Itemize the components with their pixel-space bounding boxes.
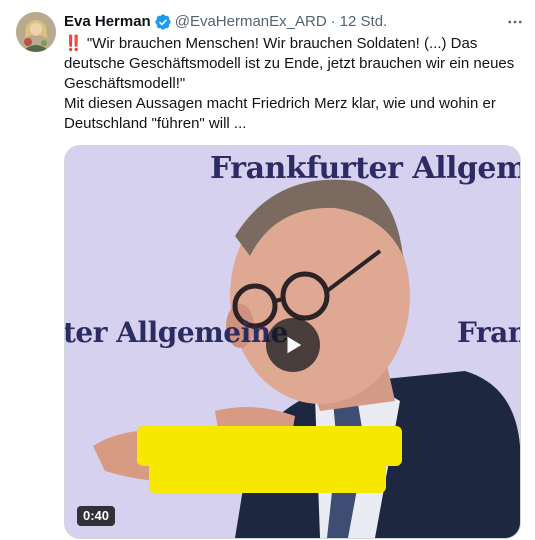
video-duration: 0:40 [77,506,116,526]
separator-dot: · [330,13,336,30]
author-handle[interactable]: @EvaHermanEx_ARD [175,12,327,32]
tweet-quote: "Wir brauchen Menschen! Wir brauchen Sol… [64,35,519,92]
double-exclamation-emoji: ‼️ [64,35,83,52]
play-icon[interactable] [266,318,320,372]
tweet-text: ‼️ "Wir brauchen Menschen! Wir brauchen … [64,34,524,134]
watermark-top: Frankfurter Allgemeine [210,151,520,186]
timestamp[interactable]: 12 Std. [340,12,388,32]
author-name[interactable]: Eva Herman [64,12,151,32]
watermark-left: ter Allgemeine [64,316,288,349]
redaction-box-lower [149,456,386,493]
avatar[interactable] [16,12,56,52]
more-icon[interactable] [503,10,527,34]
watermark-right: Fran [457,316,521,349]
verified-badge-icon [154,13,172,31]
tweet: Eva Herman @EvaHermanEx_ARD · 12 Std. ‼️… [0,0,535,540]
video-player[interactable]: Frankfurter Allgemeine ter Allgemeine Fr… [64,145,521,539]
tweet-header: Eva Herman @EvaHermanEx_ARD · 12 Std. [64,12,523,32]
tweet-comment: Mit diesen Aussagen macht Friedrich Merz… [64,95,501,132]
